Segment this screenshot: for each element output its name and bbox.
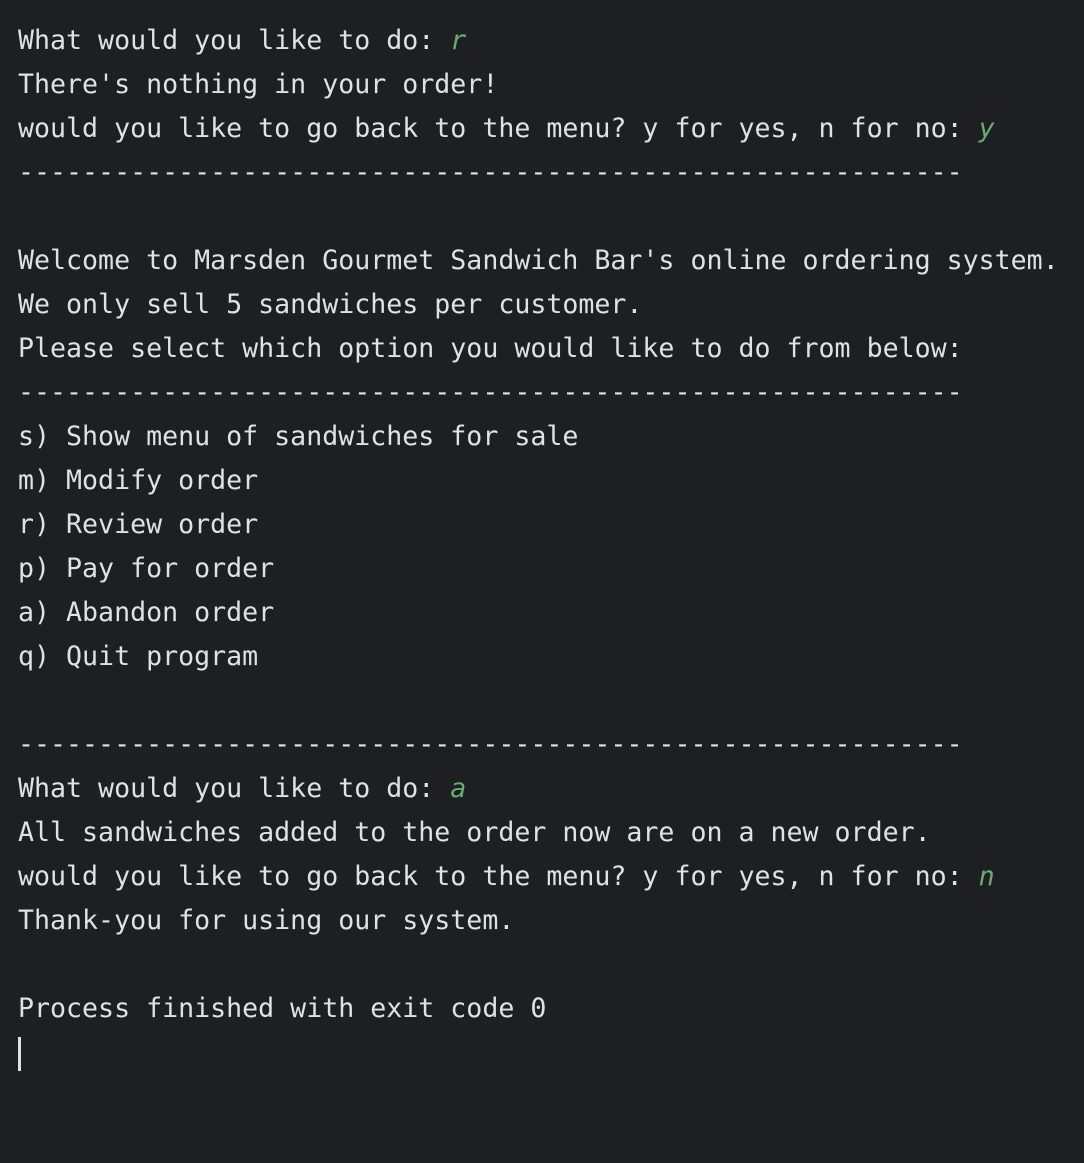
separator-line: ----------------------------------------… (18, 157, 963, 188)
limit-message: We only sell 5 sandwiches per customer. (18, 289, 643, 320)
prompt-text: would you like to go back to the menu? y… (18, 861, 979, 892)
console-output[interactable]: What would you like to do: r There's not… (18, 19, 1078, 1075)
menu-option-review-order: r) Review order (18, 509, 259, 540)
prompt-text: What would you like to do: (18, 25, 451, 56)
exit-code-message: Process finished with exit code 0 (18, 993, 547, 1024)
user-input: y (978, 113, 995, 144)
console-line-prompt: would you like to go back to the menu? y… (18, 107, 1078, 151)
console-line-prompt: What would you like to do: r (18, 19, 1078, 63)
menu-option-quit: q) Quit program (18, 641, 259, 672)
console-line-prompt: would you like to go back to the menu? y… (18, 855, 1078, 899)
menu-option-abandon-order: a) Abandon order (18, 597, 275, 628)
select-instruction: Please select which option you would lik… (18, 333, 963, 364)
welcome-message: Welcome to Marsden Gourmet Sandwich Bar'… (18, 245, 1059, 276)
prompt-text: would you like to go back to the menu? y… (18, 113, 979, 144)
console-line: There's nothing in your order! (18, 69, 499, 100)
user-input: r (450, 25, 467, 56)
prompt-text: What would you like to do: (18, 773, 451, 804)
user-input: n (978, 861, 995, 892)
menu-option-show-menu: s) Show menu of sandwiches for sale (18, 421, 579, 452)
cursor-line[interactable] (18, 1031, 1078, 1075)
separator-line: ----------------------------------------… (18, 377, 963, 408)
goodbye-message: Thank-you for using our system. (18, 905, 515, 936)
console-line: All sandwiches added to the order now ar… (18, 817, 931, 848)
menu-option-pay-order: p) Pay for order (18, 553, 275, 584)
console-line-prompt: What would you like to do: a (18, 767, 1078, 811)
separator-line: ----------------------------------------… (18, 729, 963, 760)
menu-option-modify-order: m) Modify order (18, 465, 259, 496)
user-input: a (450, 773, 467, 804)
